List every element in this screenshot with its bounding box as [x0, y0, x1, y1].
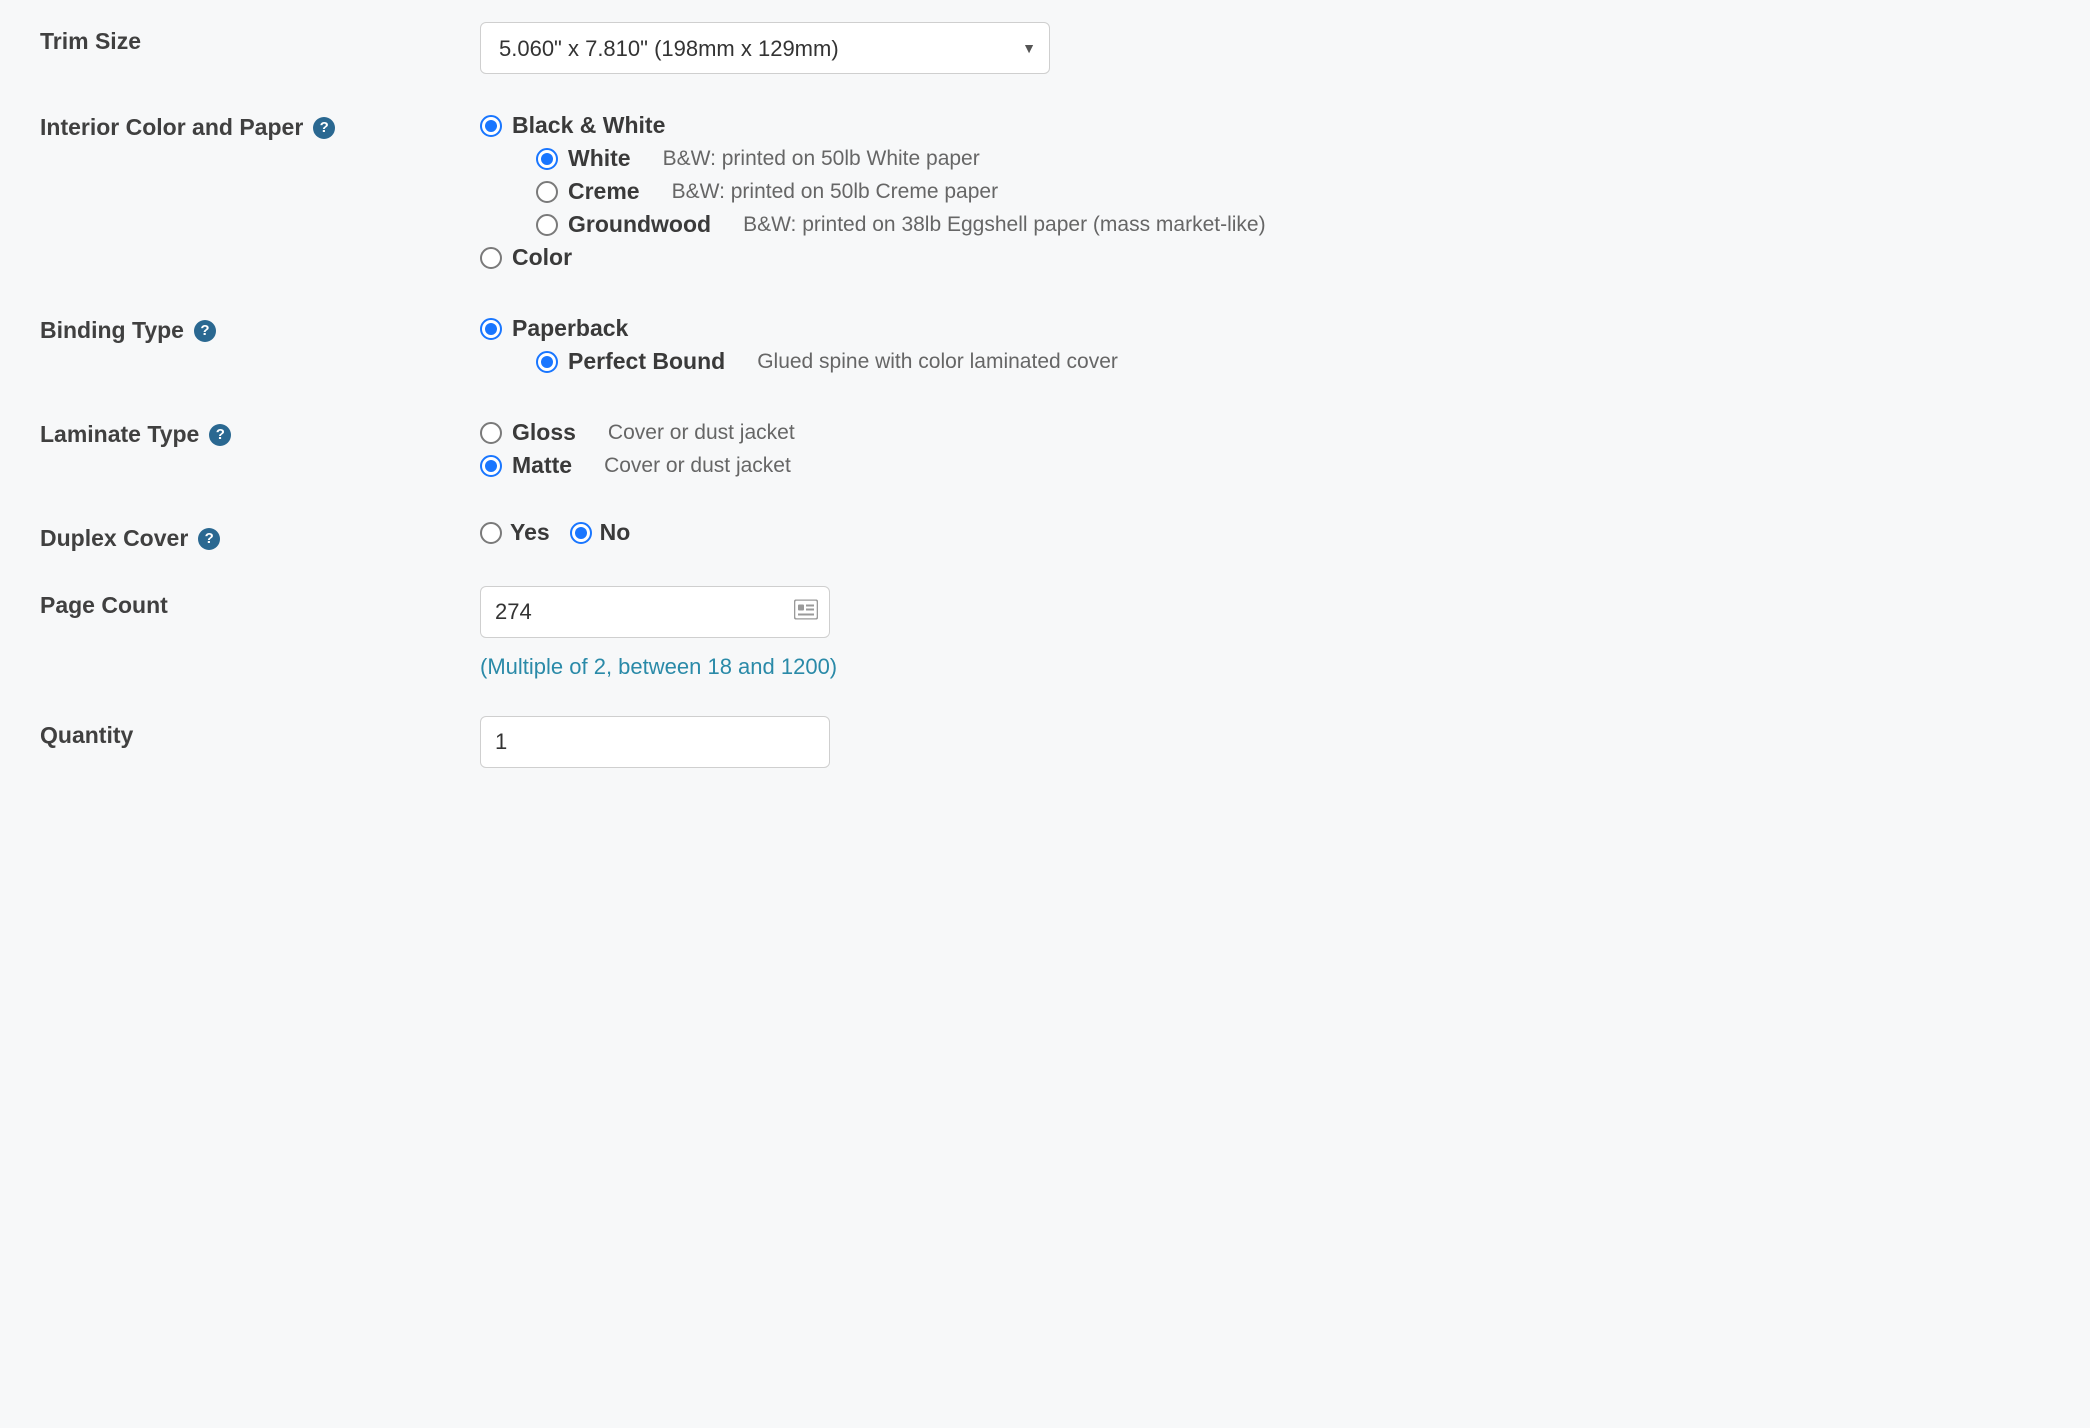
help-icon[interactable]: ?	[194, 320, 216, 342]
radio-paper-creme[interactable]	[536, 181, 558, 203]
matte-label: Matte	[512, 452, 572, 479]
help-icon[interactable]: ?	[198, 528, 220, 550]
radio-color[interactable]	[480, 247, 502, 269]
radio-paperback[interactable]	[480, 318, 502, 340]
row-duplex: Duplex Cover ? Yes No	[40, 519, 2090, 552]
paperback-label: Paperback	[512, 315, 628, 342]
matte-desc: Cover or dust jacket	[604, 454, 791, 478]
gloss-label: Gloss	[512, 419, 576, 446]
radio-perfect-bound[interactable]	[536, 351, 558, 373]
radio-gloss[interactable]	[480, 422, 502, 444]
perfect-bound-desc: Glued spine with color laminated cover	[757, 350, 1118, 374]
help-icon[interactable]: ?	[313, 117, 335, 139]
radio-duplex-yes[interactable]	[480, 522, 502, 544]
paper-white-desc: B&W: printed on 50lb White paper	[663, 147, 980, 171]
interior-label: Interior Color and Paper	[40, 114, 303, 141]
page-count-wrap	[480, 586, 830, 638]
color-label: Color	[512, 244, 572, 271]
binding-label: Binding Type	[40, 317, 184, 344]
paper-groundwood-desc: B&W: printed on 38lb Eggshell paper (mas…	[743, 213, 1266, 237]
page-count-label: Page Count	[40, 592, 168, 619]
radio-paper-groundwood[interactable]	[536, 214, 558, 236]
card-icon	[794, 599, 818, 626]
row-trim-size: Trim Size 5.060" x 7.810" (198mm x 129mm…	[40, 22, 2090, 74]
quantity-label: Quantity	[40, 722, 133, 749]
trim-size-select-wrap: 5.060" x 7.810" (198mm x 129mm) ▼	[480, 22, 1050, 74]
perfect-bound-label: Perfect Bound	[568, 348, 725, 375]
radio-paper-white[interactable]	[536, 148, 558, 170]
row-laminate: Laminate Type ? Gloss Cover or dust jack…	[40, 415, 2090, 485]
paper-groundwood-label: Groundwood	[568, 211, 711, 238]
bw-label: Black & White	[512, 112, 665, 139]
trim-size-select[interactable]: 5.060" x 7.810" (198mm x 129mm)	[480, 22, 1050, 74]
duplex-label: Duplex Cover	[40, 525, 188, 552]
trim-size-label: Trim Size	[40, 28, 141, 55]
row-page-count: Page Count (Multiple of 2, between 18 an…	[40, 586, 2090, 682]
paper-white-label: White	[568, 145, 631, 172]
print-options-form: Trim Size 5.060" x 7.810" (198mm x 129mm…	[0, 0, 2090, 842]
row-interior: Interior Color and Paper ? Black & White…	[40, 108, 2090, 277]
gloss-desc: Cover or dust jacket	[608, 421, 795, 445]
duplex-no-label: No	[600, 519, 631, 546]
paper-creme-desc: B&W: printed on 50lb Creme paper	[672, 180, 998, 204]
radio-matte[interactable]	[480, 455, 502, 477]
row-quantity: Quantity	[40, 716, 2090, 768]
page-count-input[interactable]	[480, 586, 830, 638]
paper-creme-label: Creme	[568, 178, 640, 205]
page-count-hint: (Multiple of 2, between 18 and 1200)	[480, 652, 850, 682]
radio-bw[interactable]	[480, 115, 502, 137]
quantity-input[interactable]	[480, 716, 830, 768]
help-icon[interactable]: ?	[209, 424, 231, 446]
duplex-yes-label: Yes	[510, 519, 550, 546]
laminate-label: Laminate Type	[40, 421, 199, 448]
radio-duplex-no[interactable]	[570, 522, 592, 544]
row-binding: Binding Type ? Paperback Perfect Bound G…	[40, 311, 2090, 381]
